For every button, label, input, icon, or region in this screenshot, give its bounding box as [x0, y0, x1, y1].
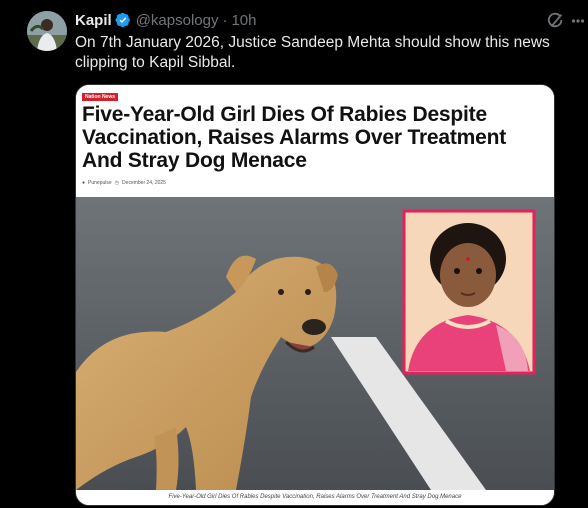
clipping-author: Punepulse [88, 180, 112, 186]
verified-badge-icon [115, 12, 130, 28]
clock-icon: ◷ [114, 180, 120, 186]
tweet-text: On 7th January 2026, Justice Sandeep Meh… [75, 34, 550, 71]
author-handle[interactable]: @kapsology [136, 12, 219, 29]
news-clipping-image[interactable]: Nation News Five-Year-Old Girl Dies Of R… [75, 84, 555, 506]
timestamp[interactable]: 10h [231, 12, 256, 29]
clipping-caption: Five-Year-Old Girl Dies Of Rabies Despit… [76, 490, 554, 505]
clipping-meta: ● Punepulse ◷ December 24, 2025 [82, 180, 166, 186]
author-name[interactable]: Kapil [75, 12, 112, 29]
user-icon: ● [82, 180, 86, 186]
clipping-headline: Five-Year-Old Girl Dies Of Rabies Despit… [82, 103, 507, 172]
avatar[interactable] [27, 11, 67, 51]
girl-portrait-inset [402, 209, 536, 375]
clipping-photo [76, 197, 554, 490]
clipping-header: Nation News Five-Year-Old Girl Dies Of R… [76, 85, 554, 197]
more-options-icon[interactable] [571, 12, 585, 30]
separator-dot: · [222, 11, 228, 29]
grok-icon[interactable] [547, 12, 565, 30]
tweet-header: Kapil @kapsology · 10h [75, 10, 257, 30]
clipping-date: December 24, 2025 [122, 180, 166, 186]
tweet[interactable]: Kapil @kapsology · 10h On 7th January 20… [0, 0, 588, 508]
category-tag: Nation News [82, 93, 119, 101]
